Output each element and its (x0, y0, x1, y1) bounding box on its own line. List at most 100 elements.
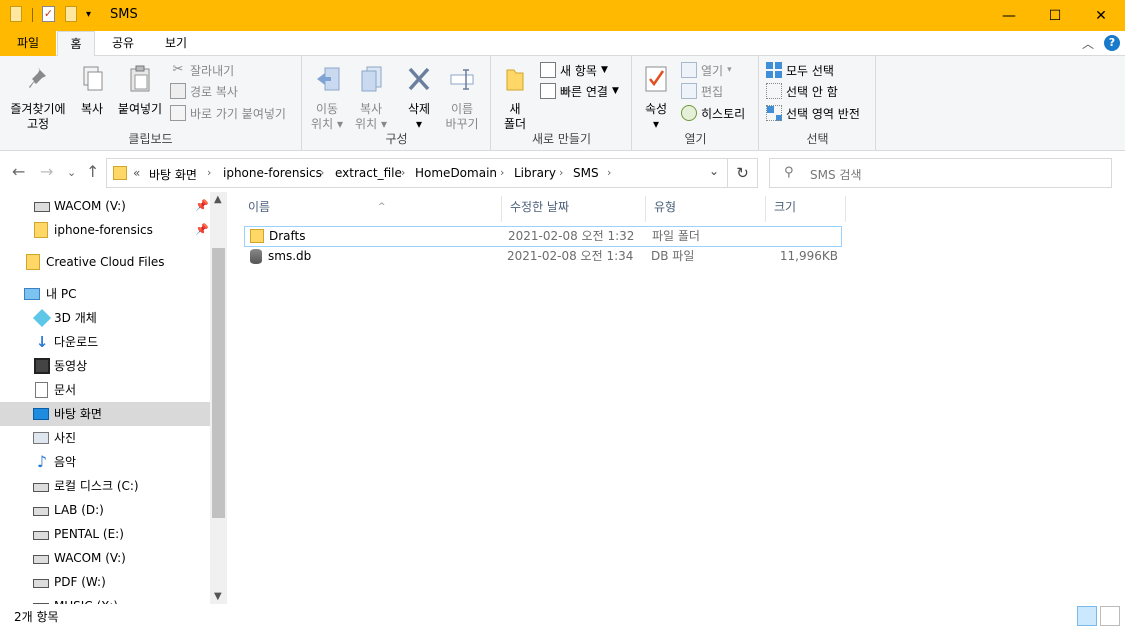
nav-item-this-pc[interactable]: 내 PC (0, 282, 210, 306)
tab-home[interactable]: 홈 (57, 31, 95, 57)
navigation-pane: WACOM (V:) 📌 iphone-forensics 📌 Creative… (0, 192, 228, 604)
delete-button[interactable]: 삭제 ▾ (401, 64, 437, 132)
nav-item-label: 3D 개체 (54, 311, 97, 325)
open-group-label: 열기 (684, 132, 707, 146)
paste-button[interactable]: 붙여넣기 (114, 64, 166, 117)
properties-button[interactable]: 속성 ▾ (639, 64, 673, 132)
column-header-type[interactable]: 유형 (646, 196, 766, 222)
copy-to-button[interactable]: 복사 위치 ▾ (351, 64, 391, 132)
refresh-icon[interactable]: ↻ (728, 158, 758, 188)
up-arrow-icon[interactable]: ↑ (86, 162, 99, 181)
nav-item-creative-cloud[interactable]: Creative Cloud Files (0, 250, 210, 274)
nav-item-pental-e[interactable]: PENTAL (E:) (0, 522, 210, 546)
breadcrumb-chevron-icon[interactable]: › (207, 166, 211, 179)
nav-item-local-disk-c[interactable]: 로컬 디스크 (C:) (0, 474, 210, 498)
paste-icon (130, 65, 150, 92)
nav-item-pdf-w[interactable]: PDF (W:) (0, 570, 210, 594)
breadcrumb-chevron-icon[interactable]: › (559, 166, 563, 179)
invert-selection-button[interactable]: 선택 영역 반전 (766, 103, 860, 123)
rename-button[interactable]: 이름 바꾸기 (441, 64, 483, 132)
breadcrumb-chevron-icon[interactable]: › (500, 166, 504, 179)
local-disk-icon (33, 483, 49, 492)
breadcrumb-iphone-forensics[interactable]: iphone-forensics (223, 166, 322, 180)
column-header-name[interactable]: 이름 ^ (240, 196, 502, 222)
address-folder-icon (113, 166, 127, 180)
quick-access-new-folder-icon[interactable] (65, 6, 77, 22)
select-all-button[interactable]: 모두 선택 (766, 60, 834, 80)
back-arrow-icon[interactable]: ← (12, 162, 25, 181)
nav-item-music[interactable]: ♪ 음악 (0, 450, 210, 474)
easy-access-button[interactable]: 빠른 연결 ▼ (540, 81, 619, 101)
nav-item-desktop[interactable]: 바탕 화면 (0, 402, 210, 426)
new-item-button[interactable]: 새 항목 ▼ (540, 60, 608, 80)
quick-access-properties-icon[interactable] (10, 6, 22, 22)
open-button[interactable]: 열기 ▾ (681, 60, 732, 80)
nav-item-wacom-pinned[interactable]: WACOM (V:) 📌 (0, 194, 210, 218)
pin-to-quick-access-button[interactable]: 즐겨찾기에 고정 (6, 64, 70, 132)
nav-item-documents[interactable]: 문서 (0, 378, 210, 402)
column-header-modified[interactable]: 수정한 날짜 (502, 196, 646, 222)
search-box[interactable]: ⚲ SMS 검색 (769, 158, 1112, 188)
close-button[interactable]: ✕ (1078, 0, 1124, 31)
breadcrumb-homedomain[interactable]: HomeDomain (415, 166, 497, 180)
pin-icon[interactable]: 📌 (195, 218, 209, 242)
copy-button[interactable]: 복사 (74, 64, 110, 117)
minimize-button[interactable]: — (986, 0, 1032, 31)
breadcrumb-extract-file[interactable]: extract_file (335, 166, 402, 180)
new-group: 새 폴더 새 항목 ▼ 빠른 연결 ▼ 새로 만들기 (492, 56, 632, 151)
nav-item-pictures[interactable]: 사진 (0, 426, 210, 450)
scroll-up-icon[interactable]: ▲ (214, 194, 222, 205)
nav-scrollbar[interactable]: ▲ ▼ (210, 192, 227, 604)
copy-path-button[interactable]: 경로 복사 (170, 81, 238, 101)
chevron-up-icon[interactable]: ︿ (1082, 35, 1094, 52)
scroll-down-icon[interactable]: ▼ (214, 591, 222, 602)
address-bar[interactable]: « 바탕 화면 › iphone-forensics › extract_fil… (106, 158, 728, 188)
tab-view[interactable]: 보기 (155, 31, 197, 56)
file-row-drafts[interactable]: Drafts 2021-02-08 오전 1:32 파일 폴더 (244, 226, 842, 247)
tab-share[interactable]: 공유 (102, 31, 144, 56)
maximize-button[interactable]: ☐ (1032, 0, 1078, 31)
nav-item-label: Creative Cloud Files (46, 255, 165, 269)
nav-item-music-x[interactable]: MUSIC (X:) (0, 594, 210, 604)
nav-item-videos[interactable]: 동영상 (0, 354, 210, 378)
recent-locations-chevron-icon[interactable]: ⌄ (67, 166, 76, 179)
column-header-size[interactable]: 크기 (766, 196, 846, 222)
edit-label: 편집 (701, 84, 724, 99)
details-view-icon[interactable] (1077, 606, 1097, 626)
search-placeholder: SMS 검색 (810, 168, 862, 182)
edit-button[interactable]: 편집 (681, 81, 723, 101)
quick-access-dropdown-icon[interactable]: ▾ (86, 9, 91, 20)
navigation-bar: ← → ⌄ ↑ « 바탕 화면 › iphone-forensics › ext… (0, 152, 1125, 192)
breadcrumb-chevron-icon[interactable]: › (401, 166, 405, 179)
breadcrumb-sms[interactable]: SMS (573, 166, 599, 180)
quick-access-check-icon[interactable]: ✓ (42, 6, 55, 22)
nav-item-label: iphone-forensics (54, 223, 153, 237)
cut-button[interactable]: ✂ 잘라내기 (170, 60, 235, 80)
tab-file[interactable]: 파일 (0, 31, 56, 56)
nav-item-3d-objects[interactable]: 3D 개체 (0, 306, 210, 330)
history-button[interactable]: 히스토리 (681, 103, 745, 123)
help-icon[interactable]: ? (1104, 35, 1120, 51)
paste-shortcut-button[interactable]: 바로 가기 붙여넣기 (170, 103, 286, 123)
nav-scrollbar-thumb[interactable] (212, 248, 225, 518)
select-none-button[interactable]: 선택 안 함 (766, 81, 838, 101)
breadcrumb-library[interactable]: Library (514, 166, 556, 180)
nav-item-iphone-forensics[interactable]: iphone-forensics 📌 (0, 218, 210, 242)
breadcrumb-chevron-icon[interactable]: › (320, 166, 324, 179)
clipboard-group: 즐겨찾기에 고정 복사 붙여넣기 ✂ 잘라내기 경로 복사 바로 가기 붙여넣기… (0, 56, 302, 151)
forward-arrow-icon[interactable]: → (40, 162, 53, 181)
breadcrumb-overflow[interactable]: « (133, 166, 140, 180)
breadcrumb-desktop[interactable]: 바탕 화면 (149, 166, 197, 183)
nav-item-downloads[interactable]: ↓ 다운로드 (0, 330, 210, 354)
move-to-button[interactable]: 이동 위치 ▾ (307, 64, 347, 132)
delete-x-icon (408, 67, 430, 91)
nav-item-lab-d[interactable]: LAB (D:) (0, 498, 210, 522)
pin-icon[interactable]: 📌 (195, 194, 209, 218)
address-dropdown-icon[interactable]: ⌄ (709, 164, 719, 178)
nav-item-wacom-v[interactable]: WACOM (V:) (0, 546, 210, 570)
large-icons-view-icon[interactable] (1100, 606, 1120, 626)
breadcrumb-chevron-icon[interactable]: › (607, 166, 611, 179)
file-row-sms-db[interactable]: sms.db 2021-02-08 오전 1:34 DB 파일 11,996KB (244, 247, 842, 268)
copy-icon (83, 66, 103, 91)
new-folder-button[interactable]: 새 폴더 (498, 64, 532, 132)
